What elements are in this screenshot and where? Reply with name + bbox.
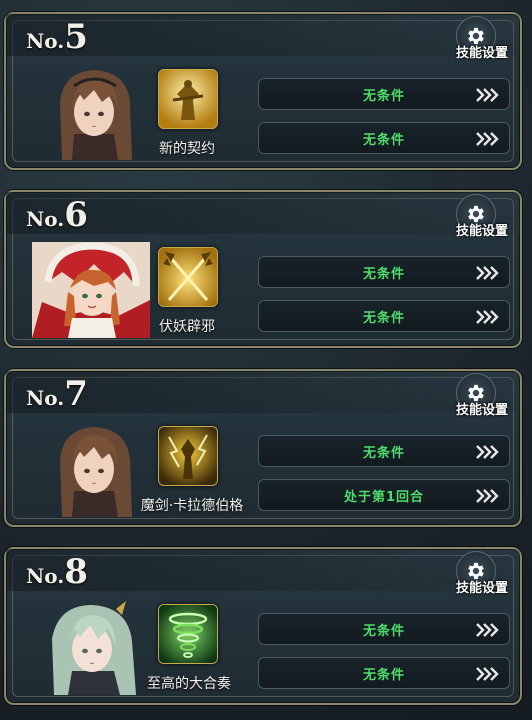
- character-portrait: [32, 599, 150, 695]
- triple-chevron-right-icon: [476, 310, 499, 324]
- triple-chevron-right-icon: [476, 667, 499, 681]
- skill-name: 至高的大合奏: [147, 676, 231, 692]
- card-number: No.8: [26, 552, 88, 592]
- card-number: No.7: [26, 374, 88, 414]
- triple-chevron-right-icon: [476, 266, 499, 280]
- card-number: No.6: [26, 195, 88, 235]
- condition-button[interactable]: 无条件: [258, 122, 510, 154]
- green-tornado-skill-icon[interactable]: [158, 604, 218, 664]
- lightning-swordsman-skill-icon[interactable]: [158, 426, 218, 486]
- condition-text: 处于第1回合: [343, 489, 425, 505]
- skill-name: 伏妖辟邪: [159, 319, 215, 335]
- skill-settings-label[interactable]: 技能设置: [456, 42, 508, 61]
- triple-chevron-right-icon: [476, 88, 499, 102]
- card-number: No.5: [26, 17, 88, 57]
- condition-text: 无条件: [362, 445, 405, 461]
- skill-settings-label[interactable]: 技能设置: [456, 220, 508, 239]
- skill-card-no5: No.5 技能设置 新的契约 无条件 无条件: [4, 12, 522, 170]
- character-portrait: [32, 242, 150, 338]
- condition-button[interactable]: 无条件: [258, 300, 510, 332]
- skill-card-no7: No.7 技能设置 魔剑·卡拉德伯格 无条件 处于第1回合: [4, 369, 522, 527]
- character-portrait: [32, 64, 150, 160]
- condition-text: 无条件: [362, 667, 405, 683]
- skill-card-no6: No.6 技能设置 伏妖辟邪 无条件 无条件: [4, 190, 522, 348]
- skill-name: 新的契约: [159, 141, 215, 157]
- condition-text: 无条件: [362, 310, 405, 326]
- triple-chevron-right-icon: [476, 623, 499, 637]
- triple-chevron-right-icon: [476, 489, 499, 503]
- condition-button[interactable]: 无条件: [258, 613, 510, 645]
- condition-text: 无条件: [362, 88, 405, 104]
- triple-chevron-right-icon: [476, 132, 499, 146]
- condition-button[interactable]: 无条件: [258, 657, 510, 689]
- condition-button[interactable]: 处于第1回合: [258, 479, 510, 511]
- skill-card-no8: No.8 技能设置 至高的大合奏 无条件 无条件: [4, 547, 522, 705]
- crossed-halberds-skill-icon[interactable]: [158, 247, 218, 307]
- condition-button[interactable]: 无条件: [258, 78, 510, 110]
- golden-warrior-skill-icon[interactable]: [158, 69, 218, 129]
- condition-text: 无条件: [362, 623, 405, 639]
- skill-name: 魔剑·卡拉德伯格: [140, 498, 244, 514]
- condition-button[interactable]: 无条件: [258, 256, 510, 288]
- condition-button[interactable]: 无条件: [258, 435, 510, 467]
- triple-chevron-right-icon: [476, 445, 499, 459]
- character-portrait: [32, 421, 150, 517]
- condition-text: 无条件: [362, 132, 405, 148]
- skill-settings-label[interactable]: 技能设置: [456, 577, 508, 596]
- skill-settings-label[interactable]: 技能设置: [456, 399, 508, 418]
- condition-text: 无条件: [362, 266, 405, 282]
